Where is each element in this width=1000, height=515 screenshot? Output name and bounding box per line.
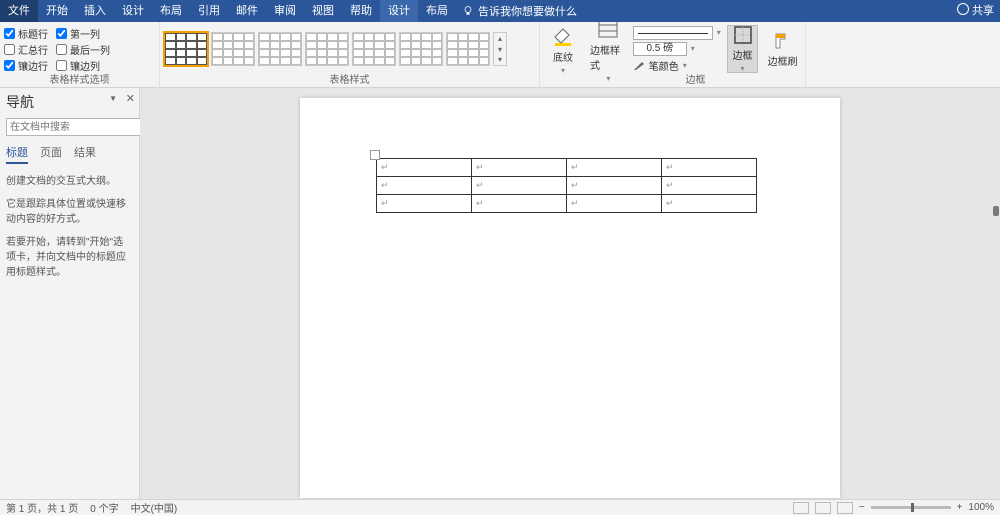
table-style-thumb[interactable] <box>446 32 490 66</box>
view-read-mode[interactable] <box>793 502 809 514</box>
chk-banded-col[interactable]: 镶边列 <box>56 58 110 73</box>
table-style-thumb[interactable] <box>352 32 396 66</box>
nav-close-button[interactable]: ✕ <box>126 92 135 105</box>
tell-me-label: 告诉我你想要做什么 <box>478 3 577 19</box>
border-painter-icon <box>773 31 793 51</box>
group-borders: 边框样式 ▾ 0.5 磅▾ 笔颜色 边框 边框刷 边框 <box>586 22 806 88</box>
status-word-count[interactable]: 0 个字 <box>90 500 118 515</box>
table-move-handle[interactable] <box>370 150 380 160</box>
borders-icon <box>733 25 753 45</box>
border-styles-button[interactable]: 边框样式 <box>590 25 627 73</box>
nav-search-input[interactable] <box>6 118 146 136</box>
vertical-scrollbar-thumb[interactable] <box>993 206 999 216</box>
tab-table-layout[interactable]: 布局 <box>418 0 456 22</box>
tab-help[interactable]: 帮助 <box>342 0 380 22</box>
table-style-thumb[interactable] <box>164 32 208 66</box>
document-page: ↵↵↵↵ ↵↵↵↵ ↵↵↵↵ <box>300 98 840 498</box>
table-row: ↵↵↵↵ <box>377 177 757 195</box>
pen-color-button[interactable]: 笔颜色 <box>633 58 721 73</box>
document-table[interactable]: ↵↵↵↵ ↵↵↵↵ ↵↵↵↵ <box>376 158 757 213</box>
workspace: ▼ ✕ 导航 🔍▾ 标题 页面 结果 创建文档的交互式大纲。 它是跟踪具体位置或… <box>0 88 1000 499</box>
tab-review[interactable]: 审阅 <box>266 0 304 22</box>
border-painter-button[interactable]: 边框刷 <box>764 25 801 73</box>
chk-header-row[interactable]: 标题行 <box>4 26 48 41</box>
border-line-controls: ▾ 0.5 磅▾ 笔颜色 <box>633 26 721 73</box>
nav-tabs: 标题 页面 结果 <box>6 144 133 164</box>
tab-table-design[interactable]: 设计 <box>380 0 418 22</box>
status-bar: 第 1 页，共 1 页 0 个字 中文(中国) − + 100% <box>0 499 1000 515</box>
status-page[interactable]: 第 1 页，共 1 页 <box>6 500 78 515</box>
shading-button[interactable]: 底纹 <box>544 25 582 73</box>
chk-banded-row[interactable]: 镶边行 <box>4 58 48 73</box>
tab-file[interactable]: 文件 <box>0 0 38 22</box>
border-weight[interactable]: 0.5 磅 <box>633 42 687 56</box>
group-shading: 底纹 <box>540 22 586 88</box>
navigation-pane: ▼ ✕ 导航 🔍▾ 标题 页面 结果 创建文档的交互式大纲。 它是跟踪具体位置或… <box>0 88 140 499</box>
tab-strip: 文件 开始 插入 设计 布局 引用 邮件 审阅 视图 帮助 设计 布局 告诉我你… <box>0 0 1000 22</box>
tab-layout[interactable]: 布局 <box>152 0 190 22</box>
zoom-slider[interactable] <box>871 506 951 509</box>
view-web-layout[interactable] <box>837 502 853 514</box>
gallery-more-button[interactable]: ▴▾▾ <box>493 32 507 66</box>
group-table-style-options: 标题行 第一列 汇总行 最后一列 镶边行 镶边列 表格样式选项 <box>0 22 160 88</box>
tab-mailings[interactable]: 邮件 <box>228 0 266 22</box>
chk-last-col[interactable]: 最后一列 <box>56 42 110 57</box>
group-label-tso: 表格样式选项 <box>4 74 155 88</box>
nav-tab-headings[interactable]: 标题 <box>6 144 28 164</box>
chk-total-row[interactable]: 汇总行 <box>4 42 48 57</box>
zoom-level[interactable]: 100% <box>968 502 994 513</box>
borders-dropdown[interactable]: 边框 <box>727 25 758 73</box>
nav-tab-results[interactable]: 结果 <box>74 144 96 164</box>
nav-options-dropdown[interactable]: ▼ <box>109 94 117 103</box>
document-area[interactable]: ↵↵↵↵ ↵↵↵↵ ↵↵↵↵ <box>140 88 1000 499</box>
group-table-styles: ▴▾▾ 表格样式 <box>160 22 540 88</box>
border-line-style[interactable] <box>633 26 713 40</box>
zoom-in-button[interactable]: + <box>957 502 963 513</box>
lightbulb-icon <box>462 5 474 17</box>
tab-view[interactable]: 视图 <box>304 0 342 22</box>
tab-home[interactable]: 开始 <box>38 0 76 22</box>
view-print-layout[interactable] <box>815 502 831 514</box>
ribbon: 标题行 第一列 汇总行 最后一列 镶边行 镶边列 表格样式选项 ▴▾▾ 表格 <box>0 22 1000 88</box>
table-row: ↵↵↵↵ <box>377 195 757 213</box>
table-style-thumb[interactable] <box>399 32 443 66</box>
table-style-thumb[interactable] <box>258 32 302 66</box>
group-label-borders: 边框 <box>590 74 801 88</box>
tab-references[interactable]: 引用 <box>190 0 228 22</box>
table-row: ↵↵↵↵ <box>377 159 757 177</box>
nav-help-text: 创建文档的交互式大纲。 它是跟踪具体位置或快速移动内容的好方式。 若要开始，请转… <box>6 174 133 280</box>
nav-tab-pages[interactable]: 页面 <box>40 144 62 164</box>
status-language[interactable]: 中文(中国) <box>131 500 178 515</box>
pen-icon <box>633 59 645 71</box>
chk-first-col[interactable]: 第一列 <box>56 26 110 41</box>
paint-bucket-icon <box>551 23 575 47</box>
table-style-thumb[interactable] <box>305 32 349 66</box>
zoom-out-button[interactable]: − <box>859 502 865 513</box>
table-style-thumb[interactable] <box>211 32 255 66</box>
tab-insert[interactable]: 插入 <box>76 0 114 22</box>
tab-design[interactable]: 设计 <box>114 0 152 22</box>
share-button[interactable]: 共享 <box>957 0 994 22</box>
nav-search: 🔍▾ <box>6 118 133 136</box>
tell-me-search[interactable]: 告诉我你想要做什么 <box>462 3 577 19</box>
group-label-styles: 表格样式 <box>164 74 535 88</box>
